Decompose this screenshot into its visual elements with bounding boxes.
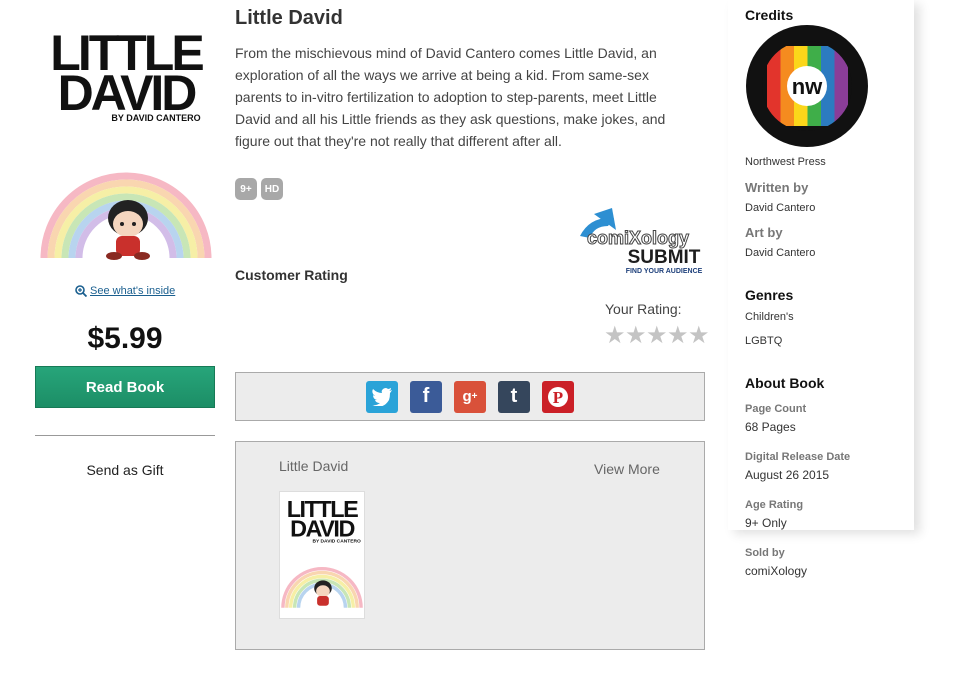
hd-badge: HD bbox=[261, 178, 283, 200]
comixology-submit-logo[interactable]: comiXology SUBMIT FIND YOUR AUDIENCE bbox=[572, 206, 704, 276]
thumb-title-line2: DAVID bbox=[290, 515, 354, 541]
svg-text:P: P bbox=[553, 388, 563, 407]
read-book-button[interactable]: Read Book bbox=[35, 366, 215, 408]
sold-by-value: comiXology bbox=[745, 564, 808, 578]
star-icon[interactable]: ★ bbox=[646, 324, 668, 348]
submit-logo-submit: SUBMIT bbox=[628, 247, 701, 268]
written-by-label: Written by bbox=[745, 180, 809, 195]
credits-heading: Credits bbox=[745, 7, 794, 23]
magnifier-icon bbox=[75, 285, 87, 297]
logo-center-text: nw bbox=[792, 74, 823, 99]
send-as-gift-link[interactable]: Send as Gift bbox=[35, 462, 215, 478]
about-heading: About Book bbox=[745, 375, 825, 391]
genre-link[interactable]: Children's bbox=[745, 311, 794, 323]
little-david-character bbox=[106, 200, 150, 260]
book-cover[interactable]: LITTLE DAVID BY DAVID CANTERO bbox=[40, 22, 212, 274]
submit-logo-tagline: FIND YOUR AUDIENCE bbox=[626, 268, 703, 275]
release-date-value: August 26 2015 bbox=[745, 468, 830, 482]
page-count-label: Page Count bbox=[745, 403, 807, 415]
book-description: From the mischievous mind of David Cante… bbox=[235, 45, 666, 149]
see-inside-label: See what's inside bbox=[90, 285, 176, 297]
google-plus-icon[interactable]: g + bbox=[454, 380, 486, 413]
facebook-icon[interactable]: f bbox=[410, 380, 442, 413]
thumb-byline: BY DAVID CANTERO bbox=[312, 538, 361, 544]
customer-rating-label: Customer Rating bbox=[235, 267, 348, 283]
divider bbox=[35, 435, 215, 436]
pinterest-icon[interactable]: P bbox=[542, 380, 574, 413]
age-rating-value: 9+ Only bbox=[745, 516, 787, 530]
tumblr-icon[interactable]: t bbox=[498, 380, 530, 413]
price: $5.99 bbox=[87, 322, 163, 355]
series-panel: Little David View More LITTLE DAVID BY D… bbox=[235, 441, 705, 650]
publisher-link[interactable]: Northwest Press bbox=[745, 156, 826, 168]
art-by-label: Art by bbox=[745, 225, 783, 240]
age-rating-label: Age Rating bbox=[745, 499, 804, 511]
star-icon[interactable]: ★ bbox=[604, 324, 626, 348]
age-badge: 9+ bbox=[235, 178, 257, 200]
cover-byline: BY DAVID CANTERO bbox=[111, 113, 200, 123]
see-inside-link[interactable]: See what's inside bbox=[75, 285, 175, 297]
writer-link[interactable]: David Cantero bbox=[745, 202, 815, 214]
northwest-press-logo[interactable]: COMICS ARE FOR EVERYONE • NORTHWEST PRES… bbox=[745, 24, 869, 148]
star-icon[interactable]: ★ bbox=[625, 324, 647, 348]
share-bar: f g + t P bbox=[235, 372, 705, 421]
badges: 9+ HD bbox=[235, 178, 283, 200]
page-count-value: 68 Pages bbox=[745, 420, 796, 434]
view-more-link[interactable]: View More bbox=[594, 461, 660, 477]
release-date-label: Digital Release Date bbox=[745, 451, 851, 463]
submit-logo-brand: comiXology bbox=[587, 228, 689, 248]
sold-by-label: Sold by bbox=[745, 547, 785, 559]
series-issue-thumbnail[interactable]: LITTLE DAVID BY DAVID CANTERO bbox=[279, 491, 365, 619]
star-icon[interactable]: ★ bbox=[688, 324, 710, 348]
your-rating-label: Your Rating: bbox=[605, 301, 682, 317]
genre-link[interactable]: LGBTQ bbox=[745, 335, 782, 347]
artist-link[interactable]: David Cantero bbox=[745, 247, 815, 259]
page-title: Little David bbox=[235, 7, 343, 29]
twitter-icon[interactable] bbox=[366, 380, 398, 413]
rating-stars[interactable]: ★ ★ ★ ★ ★ bbox=[604, 324, 710, 348]
genres-heading: Genres bbox=[745, 287, 794, 303]
series-title: Little David bbox=[279, 458, 349, 474]
star-icon[interactable]: ★ bbox=[667, 324, 689, 348]
